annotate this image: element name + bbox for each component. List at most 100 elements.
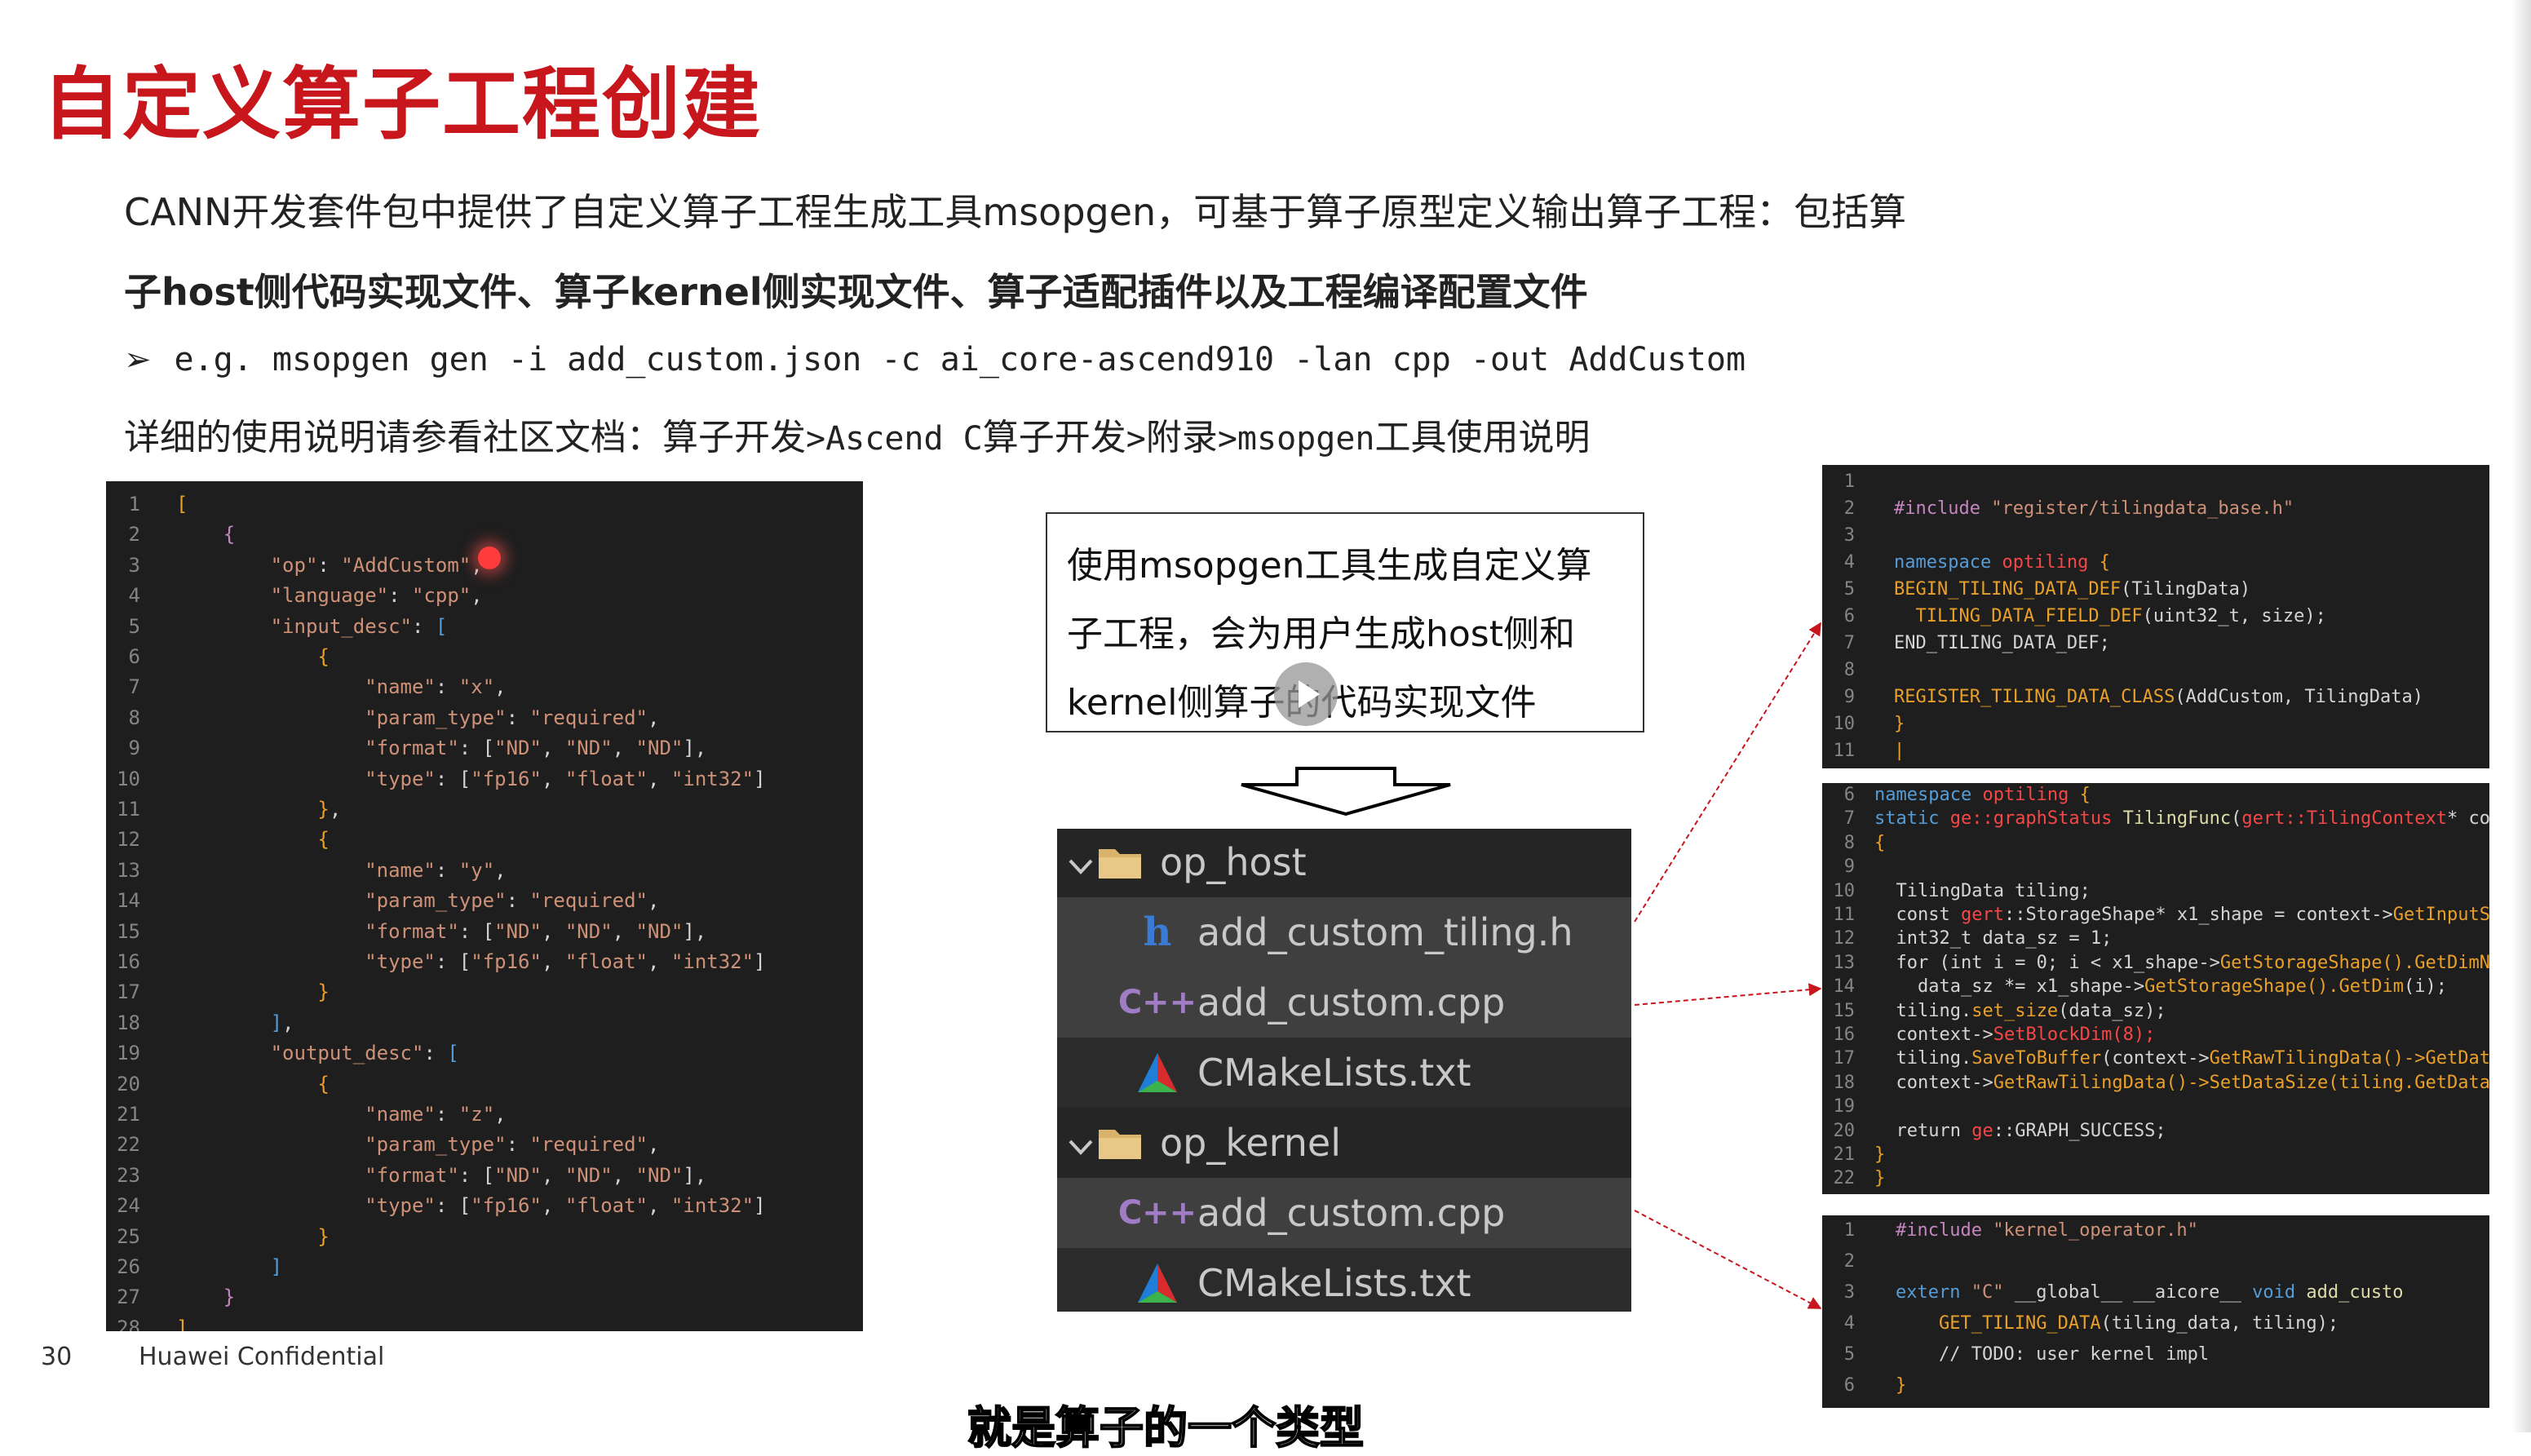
line-number: 17 <box>117 980 140 1004</box>
code-text: "input_desc": [ <box>270 614 448 638</box>
line-number: 3 <box>1843 1282 1855 1303</box>
code-line: 7 static ge::graphStatus TilingFunc(gert:… <box>1822 808 2489 832</box>
doc-reference-part5: 附录 <box>1145 417 1218 458</box>
tree-file-row[interactable]: h add_custom_tiling.h <box>1057 897 1631 967</box>
line-number: 18 <box>117 1011 140 1034</box>
line-number: 3 <box>128 553 140 577</box>
play-button-icon[interactable] <box>1274 662 1338 726</box>
slide-title: 自定义算子工程创建 <box>42 59 762 150</box>
code-text: "name": "z", <box>365 1103 507 1126</box>
arrow-to-tiling-header <box>1634 622 1821 923</box>
video-subtitle: 就是算子的一个类型 <box>967 1401 1365 1454</box>
chevron-down-icon[interactable] <box>1069 840 1093 884</box>
code-line: 20 { <box>106 1073 863 1103</box>
callout-line: kernel侧算子的代码实现文件 <box>1067 669 1623 737</box>
line-number: 11 <box>1833 741 1856 761</box>
code-text: int32_t data_sz = 1; <box>1874 928 2113 949</box>
line-number: 12 <box>1833 928 1856 949</box>
code-text: | <box>1894 741 1905 761</box>
code-text: ] <box>270 1255 283 1278</box>
doc-reference-part6: >msopgen <box>1217 420 1375 458</box>
line-number: 6 <box>1843 1375 1855 1396</box>
code-line: 21 "name": "z", <box>106 1103 863 1133</box>
line-number: 10 <box>1833 714 1856 734</box>
line-number: 21 <box>117 1103 140 1126</box>
code-line: 7 "name": "x", <box>106 675 863 706</box>
doc-reference-part4: > <box>1126 420 1146 458</box>
code-text: } <box>1894 714 1905 734</box>
line-number: 26 <box>117 1255 140 1278</box>
code-text: context->SetBlockDim(8); <box>1874 1025 2156 1045</box>
line-number: 12 <box>117 828 140 852</box>
code-line: 22 "param_type": "required", <box>106 1133 863 1163</box>
code-line: 10 TilingData tiling; <box>1822 881 2489 905</box>
code-line: 15 tiling.set_size(data_sz); <box>1822 1001 2489 1025</box>
tree-file-row[interactable]: CMakeLists.txt <box>1057 1038 1631 1108</box>
code-text: GET_TILING_DATA(tiling_data, tiling); <box>1938 1313 2339 1334</box>
code-text: "type": ["fp16", "float", "int32"] <box>365 1194 766 1218</box>
intro-paragraph-line1: CANN开发套件包中提供了自定义算子工程生成工具msopgen，可基于算子原型定… <box>124 190 1907 234</box>
code-line: 23 "format": ["ND", "ND", "ND"], <box>106 1164 863 1194</box>
line-number: 8 <box>1843 660 1855 680</box>
cmake-icon <box>1131 1262 1184 1304</box>
code-line: 14 "param_type": "required", <box>106 889 863 919</box>
code-text: "format": ["ND", "ND", "ND"], <box>365 919 707 943</box>
tree-file-row[interactable]: C++ add_custom.cpp <box>1057 967 1631 1038</box>
code-text: TILING_DATA_FIELD_DEF(uint32_t, size); <box>1915 606 2326 626</box>
line-number: 3 <box>1843 525 1855 546</box>
code-text: "format": ["ND", "ND", "ND"], <box>365 1163 707 1187</box>
laser-pointer-icon <box>478 547 501 569</box>
line-number: 4 <box>1843 1313 1855 1334</box>
code-text: "type": ["fp16", "float", "int32"] <box>365 950 766 973</box>
code-line: 10 "type": ["fp16", "float", "int32"] <box>106 768 863 798</box>
tree-file-row[interactable]: C++ add_custom.cpp <box>1057 1178 1631 1248</box>
code-line: 12 int32_t data_sz = 1; <box>1822 928 2489 952</box>
code-line: 1 #include "kernel_operator.h" <box>1822 1220 2489 1251</box>
code-text: END_TILING_DATA_DEF; <box>1894 633 2110 653</box>
line-number: 17 <box>1833 1048 1856 1069</box>
tree-item-label: op_kernel <box>1160 1121 1341 1165</box>
tree-file-row[interactable]: CMakeLists.txt <box>1057 1248 1631 1312</box>
code-line: 13 for (int i = 0; i < x1_shape->GetStor… <box>1822 953 2490 976</box>
code-text: data_sz *= x1_shape->GetStorageShape().G… <box>1874 976 2448 998</box>
code-line: 4 namespace optiling { <box>1822 552 2489 579</box>
code-line: 6} <box>1822 1375 2489 1406</box>
intro-paragraph-line2: 子host侧代码实现文件、算子kernel侧实现文件、算子适配插件以及工程编译配… <box>124 270 1588 314</box>
line-number: 5 <box>1843 1344 1855 1365</box>
code-line: 22} <box>1822 1168 2489 1192</box>
chevron-down-icon[interactable] <box>1069 1121 1093 1165</box>
line-number: 10 <box>117 767 140 790</box>
doc-reference-part7: 工具使用说明 <box>1374 417 1591 458</box>
line-number: 18 <box>1833 1072 1856 1093</box>
code-text: [ <box>176 493 188 516</box>
code-line: 18 ], <box>106 1011 863 1042</box>
kernel-cpp-code-panel: 1 #include "kernel_operator.h" 2 3 extern "C… <box>1822 1215 2489 1408</box>
callout-box: 使用msopgen工具生成自定义算 子工程，会为用户生成host侧和 kerne… <box>1046 512 1644 732</box>
code-text: ] <box>176 1316 188 1331</box>
code-line: 9 REGISTER_TILING_DATA_CLASS(AddCustom, T… <box>1822 687 2489 714</box>
code-line: 1[ <box>106 493 863 523</box>
tree-folder-row[interactable]: op_kernel <box>1057 1108 1631 1178</box>
code-line: 8 <box>1822 660 2489 687</box>
code-line: 7 END_TILING_DATA_DEF; <box>1822 633 2489 660</box>
code-line: 3 <box>1822 525 2489 552</box>
folder-icon <box>1093 844 1147 880</box>
code-text: "op": "AddCustom", <box>270 553 483 577</box>
line-number: 9 <box>1843 856 1855 878</box>
tree-item-label: CMakeLists.txt <box>1197 1261 1471 1305</box>
line-number: 6 <box>1843 785 1855 805</box>
line-number: 2 <box>1843 1251 1855 1272</box>
code-text: context->GetRawTilingData()->SetDataSize… <box>1874 1072 2489 1093</box>
code-text: // TODO: user kernel impl <box>1896 1344 2210 1365</box>
folder-icon <box>1093 1125 1147 1161</box>
tree-folder-row[interactable]: op_host <box>1057 829 1631 897</box>
header-file-icon: h <box>1143 909 1172 955</box>
code-text: { <box>317 645 330 668</box>
line-number: 9 <box>1843 687 1855 707</box>
line-number: 20 <box>117 1072 140 1095</box>
code-text: } <box>317 1224 330 1248</box>
code-text: }, <box>317 798 342 821</box>
code-text: { <box>223 523 236 547</box>
line-number: 1 <box>128 493 140 516</box>
code-text: } <box>1874 1144 1886 1165</box>
